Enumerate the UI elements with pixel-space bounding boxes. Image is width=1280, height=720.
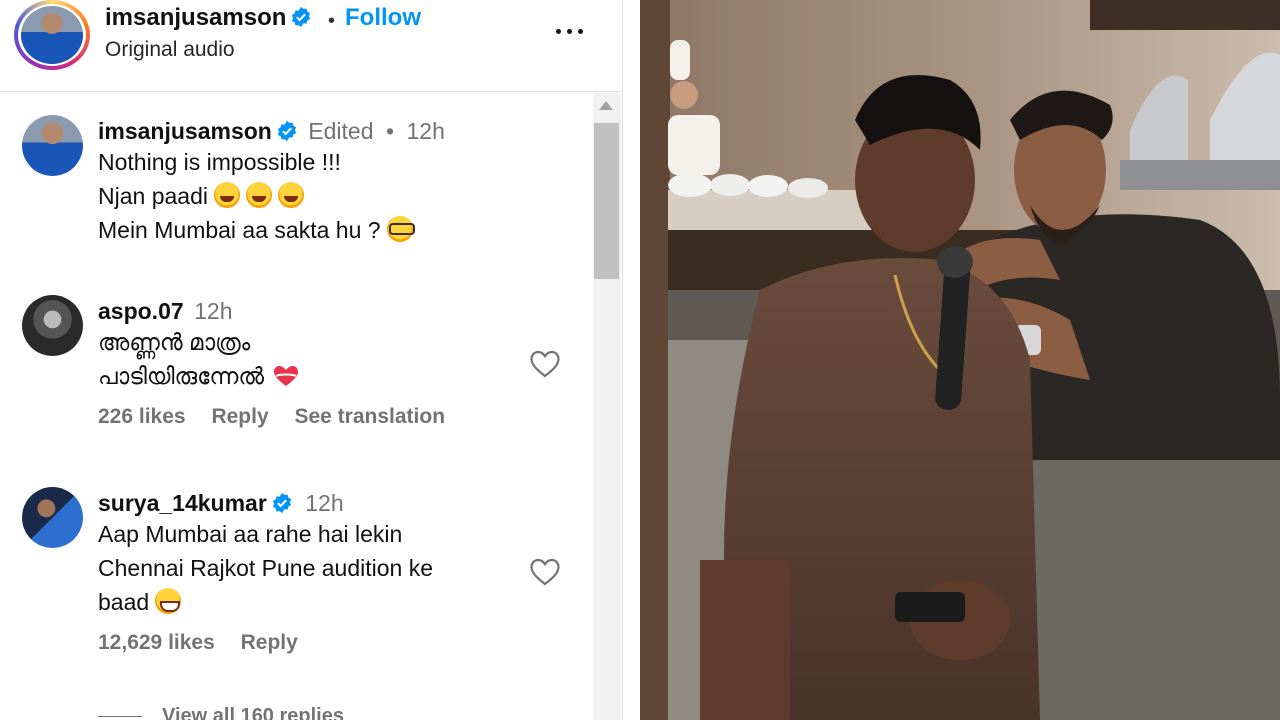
comment-time[interactable]: 12h bbox=[305, 490, 343, 516]
comment-text-line: പാടിയിരുന്നേൽ bbox=[98, 363, 265, 389]
comment-text-line: അണ്ണൻ മാത്രം bbox=[98, 329, 251, 355]
verified-badge-icon bbox=[277, 120, 296, 142]
disguise-emoji-icon bbox=[386, 216, 415, 242]
restaurant-photo bbox=[640, 0, 1280, 720]
story-ring[interactable] bbox=[14, 0, 90, 70]
comment-text-line: Njan paadi bbox=[98, 183, 208, 209]
scrollbar[interactable] bbox=[593, 93, 621, 720]
rofl-emoji-icon bbox=[277, 182, 304, 208]
original-audio-link[interactable]: Original audio bbox=[105, 38, 235, 62]
comment-text-line: Aap Mumbai aa rahe hai lekin bbox=[98, 521, 403, 547]
post-header: imsanjusamson • Follow Original audio bbox=[0, 0, 622, 92]
comment-username[interactable]: aspo.07 bbox=[98, 298, 184, 324]
comment-text-line: Mein Mumbai aa sakta hu ? bbox=[98, 217, 381, 243]
rofl-emoji-icon bbox=[213, 182, 240, 208]
comment-username[interactable]: surya_14kumar bbox=[98, 490, 267, 516]
grin-emoji-icon bbox=[155, 588, 182, 614]
comments-panel: imsanjusamson • Follow Original audio im… bbox=[0, 0, 622, 720]
follow-button[interactable]: Follow bbox=[345, 4, 421, 32]
verified-badge-icon bbox=[272, 492, 291, 514]
likes-count[interactable]: 226 likes bbox=[98, 405, 186, 428]
edited-label: Edited bbox=[308, 118, 374, 144]
comment-text-line-row: Njan paadi bbox=[98, 179, 538, 213]
scroll-up-icon[interactable] bbox=[599, 101, 613, 110]
likes-count[interactable]: 12,629 likes bbox=[98, 631, 215, 654]
comment-avatar[interactable] bbox=[22, 115, 83, 176]
more-options-icon[interactable] bbox=[552, 16, 588, 46]
scroll-thumb[interactable] bbox=[594, 123, 619, 279]
comment-text-line: baad bbox=[98, 589, 150, 615]
comment-text-line-row: Mein Mumbai aa sakta hu ? bbox=[98, 213, 538, 247]
header-avatar[interactable] bbox=[21, 6, 83, 64]
comment-text-line-row: baad bbox=[98, 585, 538, 619]
heart-ribbon-emoji-icon bbox=[274, 366, 299, 386]
comment-text-line-row: പാടിയിരുന്നേൽ bbox=[98, 359, 538, 393]
comment-avatar[interactable] bbox=[22, 487, 83, 548]
separator-dot: • bbox=[328, 10, 336, 32]
post-image bbox=[640, 0, 1280, 720]
comment-text-line: Nothing is impossible !!! bbox=[98, 149, 341, 175]
view-all-replies-button[interactable]: View all 160 replies bbox=[162, 705, 344, 720]
header-username-row: imsanjusamson bbox=[105, 4, 312, 32]
verified-badge-icon bbox=[292, 6, 311, 28]
header-username[interactable]: imsanjusamson bbox=[105, 4, 286, 31]
comment-username[interactable]: imsanjusamson bbox=[98, 118, 272, 144]
comment-text-line: Chennai Rajkot Pune audition ke bbox=[98, 555, 434, 581]
comment-avatar[interactable] bbox=[22, 295, 83, 356]
comment-time[interactable]: 12h bbox=[406, 118, 444, 144]
heart-icon[interactable] bbox=[529, 557, 561, 587]
see-translation-button[interactable]: See translation bbox=[294, 405, 445, 428]
comment-list: imsanjusamson Edited • 12h Nothing is im… bbox=[0, 93, 622, 720]
view-replies-line bbox=[98, 716, 142, 717]
heart-icon[interactable] bbox=[529, 349, 561, 379]
panel-divider bbox=[622, 0, 640, 720]
rofl-emoji-icon bbox=[245, 182, 272, 208]
reply-button[interactable]: Reply bbox=[211, 405, 268, 428]
comment-time[interactable]: 12h bbox=[194, 298, 232, 324]
reply-button[interactable]: Reply bbox=[241, 631, 298, 654]
